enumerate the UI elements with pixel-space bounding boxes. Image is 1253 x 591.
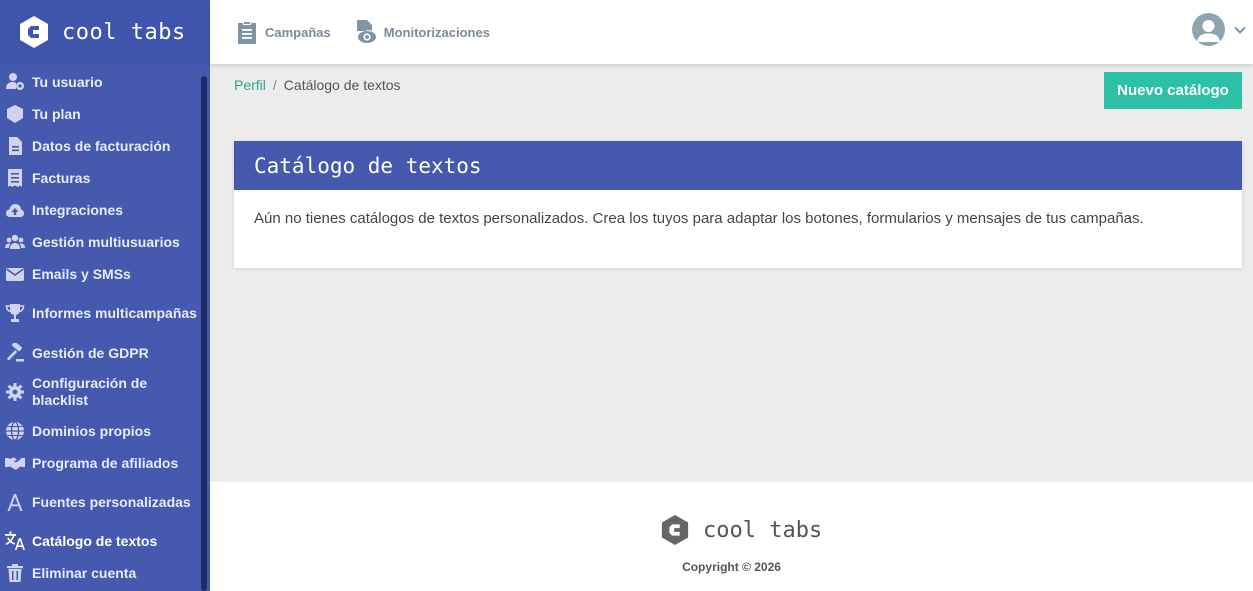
envelope-icon xyxy=(4,264,26,284)
footer-logo: cool tabs xyxy=(660,514,822,546)
sidebar-item-programa-afiliados[interactable]: Programa de afiliados xyxy=(0,453,200,473)
page-title: Catálogo de textos xyxy=(234,141,1242,190)
sidebar-item-label: Fuentes personalizadas xyxy=(32,493,191,510)
nav-campanas[interactable]: Campañas xyxy=(236,19,331,45)
handshake-icon xyxy=(4,453,26,473)
sidebar-item-label: Tu plan xyxy=(32,105,81,122)
sidebar-item-configuracion-blacklist[interactable]: Configuración de blacklist xyxy=(0,374,200,410)
copyright-text: Copyright © 2026 xyxy=(682,560,781,574)
receipt-icon xyxy=(4,168,26,188)
sidebar-item-label: Gestión multiusuarios xyxy=(32,233,180,250)
clipboard-icon xyxy=(238,21,256,44)
footer-brand-name: cool tabs xyxy=(703,517,823,543)
font-icon xyxy=(4,492,26,512)
sidebar-item-tu-usuario[interactable]: Tu usuario xyxy=(0,72,200,92)
sidebar-item-tu-plan[interactable]: Tu plan xyxy=(0,104,200,124)
gear-icon xyxy=(4,382,26,402)
sidebar-item-datos-facturacion[interactable]: Datos de facturación xyxy=(0,136,200,156)
sidebar-item-eliminar-cuenta[interactable]: Eliminar cuenta xyxy=(0,563,200,583)
empty-state-message: Aún no tienes catálogos de textos person… xyxy=(254,210,1144,227)
language-icon xyxy=(4,531,26,551)
top-navbar: Campañas Monitorizaciones xyxy=(210,0,1253,64)
nav-campanas-label: Campañas xyxy=(265,24,331,40)
trophy-icon xyxy=(4,303,26,323)
sidebar-item-label: Tu usuario xyxy=(32,73,103,90)
sidebar-item-dominios-propios[interactable]: Dominios propios xyxy=(0,421,200,441)
sidebar-item-label: Integraciones xyxy=(32,201,124,218)
sidebar-item-label: Configuración de blacklist xyxy=(32,375,148,408)
sidebar-item-label: Programa de afiliados xyxy=(32,454,179,471)
sidebar-item-gestion-multiusuarios[interactable]: Gestión multiusuarios xyxy=(0,232,200,252)
sidebar-item-gestion-gdpr[interactable]: Gestión de GDPR xyxy=(0,343,200,363)
sidebar-item-label: Gestión de GDPR xyxy=(32,344,149,361)
cooltabs-logo-icon xyxy=(661,515,689,545)
cloud-upload-icon xyxy=(4,200,26,220)
sidebar-item-label: Datos de facturación xyxy=(32,137,171,154)
eye-document-icon xyxy=(356,20,376,43)
user-cog-icon xyxy=(4,72,26,92)
user-menu[interactable] xyxy=(1192,13,1247,46)
nav-monitorizaciones[interactable]: Monitorizaciones xyxy=(355,19,490,45)
globe-icon xyxy=(4,421,26,441)
avatar[interactable] xyxy=(1192,13,1225,46)
sidebar-item-integraciones[interactable]: Integraciones xyxy=(0,200,200,220)
footer: cool tabs Copyright © 2026 xyxy=(210,482,1253,591)
user-avatar-icon xyxy=(1197,20,1220,42)
trash-icon xyxy=(4,563,26,583)
brand-logo[interactable]: cool tabs xyxy=(0,0,210,64)
sidebar-item-label: Facturas xyxy=(32,169,91,186)
sidebar-item-facturas[interactable]: Facturas xyxy=(0,168,200,188)
sidebar-item-fuentes-personalizadas[interactable]: Fuentes personalizadas xyxy=(0,484,200,520)
sidebar-item-label: Catálogo de textos xyxy=(32,532,158,549)
users-icon xyxy=(4,232,26,252)
sidebar-item-emails-smss[interactable]: Emails y SMSs xyxy=(0,264,200,284)
brand-name: cool tabs xyxy=(62,19,186,45)
box-icon xyxy=(4,104,26,124)
new-catalog-button[interactable]: Nuevo catálogo xyxy=(1104,72,1242,109)
chevron-down-icon[interactable] xyxy=(1233,23,1247,37)
sidebar-item-catalogo-textos[interactable]: Catálogo de textos xyxy=(0,531,200,551)
breadcrumb-link-perfil[interactable]: Perfil xyxy=(234,77,266,93)
breadcrumb-current: Catálogo de textos xyxy=(283,77,401,93)
breadcrumb-separator: / xyxy=(272,77,277,93)
sidebar-item-label: Informes multicampañas xyxy=(32,304,197,321)
file-icon xyxy=(4,136,26,156)
sidebar: cool tabs Tu usuario Tu plan Datos de fa… xyxy=(0,0,210,591)
sidebar-item-informes-multicampanas[interactable]: Informes multicampañas xyxy=(0,295,200,331)
sidebar-item-label: Dominios propios xyxy=(32,422,151,439)
breadcrumb: Perfil / Catálogo de textos xyxy=(234,77,401,93)
sidebar-item-label: Eliminar cuenta xyxy=(32,564,137,581)
gavel-icon xyxy=(4,343,26,363)
nav-monitorizaciones-label: Monitorizaciones xyxy=(383,24,490,40)
sidebar-item-label: Emails y SMSs xyxy=(32,265,131,282)
cooltabs-logo-icon xyxy=(20,16,48,48)
catalog-card: Catálogo de textos Aún no tienes catálog… xyxy=(234,141,1242,268)
sidebar-scrollbar[interactable] xyxy=(201,76,207,591)
